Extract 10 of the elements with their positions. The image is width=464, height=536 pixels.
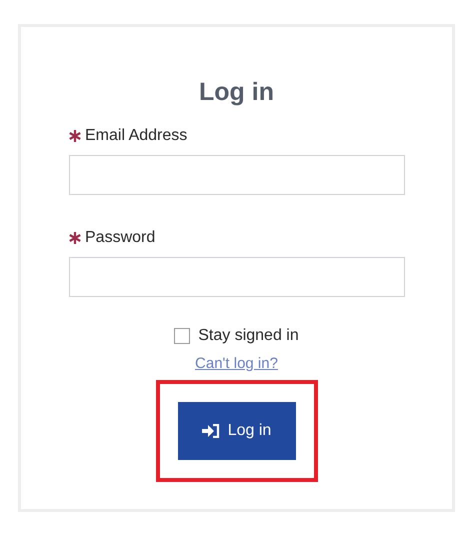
checkbox-label: Stay signed in — [198, 327, 299, 345]
input-field[interactable] — [69, 155, 405, 195]
sign-in-icon — [202, 424, 220, 438]
login-button[interactable]: Log in — [178, 402, 296, 460]
checkbox[interactable] — [174, 328, 190, 344]
input-field[interactable] — [69, 257, 405, 297]
field-label: Email Address — [85, 126, 188, 146]
page-title: Log in — [198, 77, 275, 107]
field-label: Password — [85, 228, 156, 248]
help-link[interactable]: Can't log in? — [195, 355, 278, 372]
